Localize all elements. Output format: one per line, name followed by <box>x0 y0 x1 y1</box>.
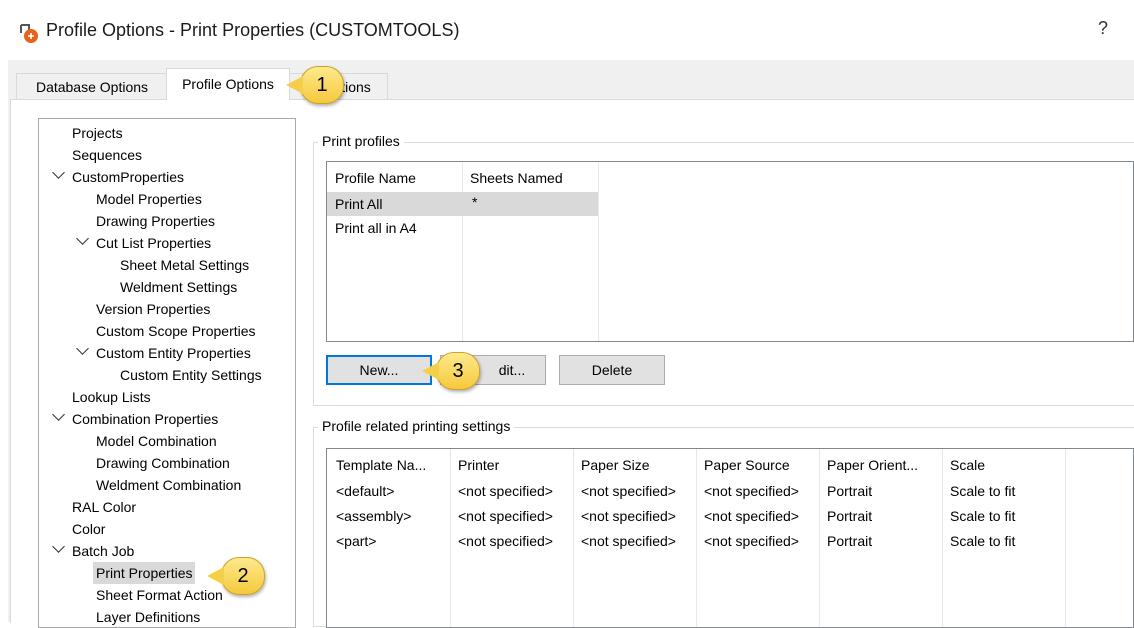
tree-item-drawing-properties[interactable]: Drawing Properties <box>96 210 215 232</box>
table-cell[interactable]: Portrait <box>827 505 872 527</box>
table-cell[interactable]: <not specified> <box>581 530 676 552</box>
tree-item-sheet-format-action[interactable]: Sheet Format Action <box>96 584 223 606</box>
tree-item-model-combination[interactable]: Model Combination <box>96 430 217 452</box>
delete-button[interactable]: Delete <box>559 355 665 385</box>
table-cell[interactable]: <not specified> <box>458 480 553 502</box>
table-cell[interactable]: Portrait <box>827 530 872 552</box>
table-cell[interactable]: <not specified> <box>704 480 799 502</box>
callout-number: 1 <box>316 74 328 96</box>
tree-item-combination-properties[interactable]: Combination Properties <box>72 408 218 430</box>
title-bar: Profile Options - Print Properties (CUST… <box>0 0 1134 60</box>
tree-item-weldment-combination[interactable]: Weldment Combination <box>96 474 241 496</box>
chevron-down-icon[interactable] <box>52 540 65 553</box>
tree-item-custom-entity-settings[interactable]: Custom Entity Settings <box>120 364 262 386</box>
tree-item-layer-definitions[interactable]: Layer Definitions <box>96 606 200 627</box>
tab-strip: Database Options Profile Options tions <box>8 60 1134 100</box>
tree-item-sheet-metal-settings[interactable]: Sheet Metal Settings <box>120 254 249 276</box>
tree-item-projects[interactable]: Projects <box>72 122 123 144</box>
print-profiles-title: Print profiles <box>318 133 404 149</box>
callout-3: 3 <box>422 352 480 390</box>
tree-item-color[interactable]: Color <box>72 518 105 540</box>
table-cell[interactable]: Print All <box>335 193 382 215</box>
column-header-paper-size[interactable]: Paper Size <box>581 454 649 476</box>
tree-item-custom-scope-properties[interactable]: Custom Scope Properties <box>96 320 256 342</box>
tree-item-batch-job[interactable]: Batch Job <box>72 540 134 562</box>
tree-item-cut-list-properties[interactable]: Cut List Properties <box>96 232 211 254</box>
tree-item-model-properties[interactable]: Model Properties <box>96 188 202 210</box>
options-tree[interactable]: Projects Sequences CustomProperties Mode… <box>38 118 296 628</box>
tree-item-drawing-combination[interactable]: Drawing Combination <box>96 452 230 474</box>
chevron-down-icon[interactable] <box>76 342 89 355</box>
help-button[interactable]: ? <box>1098 18 1108 39</box>
tab-label: Profile Options <box>182 76 274 92</box>
tree-item-version-properties[interactable]: Version Properties <box>96 298 210 320</box>
table-cell[interactable]: <not specified> <box>704 530 799 552</box>
print-profiles-list[interactable]: Profile Name Sheets Named Print All * Pr… <box>326 161 1134 342</box>
tab-label: Database Options <box>35 79 149 95</box>
tab-database-options[interactable]: Database Options <box>16 73 168 99</box>
table-cell[interactable]: <part> <box>336 530 376 552</box>
table-cell[interactable]: <not specified> <box>581 480 676 502</box>
tree-item-print-properties[interactable]: Print Properties <box>93 562 196 584</box>
table-cell[interactable]: Print all in A4 <box>335 217 417 239</box>
table-cell[interactable]: <assembly> <box>336 505 411 527</box>
tree-item-ral-color[interactable]: RAL Color <box>72 496 136 518</box>
callout-number: 2 <box>237 565 249 587</box>
table-cell[interactable]: Scale to fit <box>950 530 1015 552</box>
printing-settings-list[interactable]: Template Na... Printer Paper Size Paper … <box>326 448 1134 628</box>
column-header-template-name[interactable]: Template Na... <box>336 454 426 476</box>
table-cell[interactable]: Portrait <box>827 480 872 502</box>
column-header-sheets-named[interactable]: Sheets Named <box>470 167 563 189</box>
new-button[interactable]: New... <box>326 355 432 385</box>
column-header-scale[interactable]: Scale <box>950 454 985 476</box>
callout-2: 2 <box>207 557 265 595</box>
table-cell[interactable]: <not specified> <box>458 530 553 552</box>
column-header-paper-orientation[interactable]: Paper Orient... <box>827 454 918 476</box>
app-icon <box>20 24 38 43</box>
callout-1: 1 <box>286 66 344 104</box>
table-cell[interactable]: <not specified> <box>458 505 553 527</box>
table-cell[interactable]: Scale to fit <box>950 480 1015 502</box>
printing-settings-title: Profile related printing settings <box>318 418 515 434</box>
chevron-down-icon[interactable] <box>76 232 89 245</box>
chevron-down-icon[interactable] <box>52 166 65 179</box>
tree-item-weldment-settings[interactable]: Weldment Settings <box>120 276 237 298</box>
chevron-down-icon[interactable] <box>52 408 65 421</box>
tree-item-sequences[interactable]: Sequences <box>72 144 142 166</box>
column-header-profile-name[interactable]: Profile Name <box>335 167 416 189</box>
column-header-paper-source[interactable]: Paper Source <box>704 454 790 476</box>
column-header-printer[interactable]: Printer <box>458 454 499 476</box>
tree-item-lookup-lists[interactable]: Lookup Lists <box>72 386 151 408</box>
tree-item-customproperties[interactable]: CustomProperties <box>72 166 184 188</box>
tree-item-custom-entity-properties[interactable]: Custom Entity Properties <box>96 342 251 364</box>
table-cell[interactable]: * <box>472 191 477 213</box>
table-cell[interactable]: <not specified> <box>704 505 799 527</box>
table-cell[interactable]: <default> <box>336 480 394 502</box>
tab-profile-options[interactable]: Profile Options <box>166 68 290 100</box>
table-cell[interactable]: Scale to fit <box>950 505 1015 527</box>
table-cell[interactable]: <not specified> <box>581 505 676 527</box>
window-title: Profile Options - Print Properties (CUST… <box>46 20 460 40</box>
callout-number: 3 <box>452 360 464 382</box>
